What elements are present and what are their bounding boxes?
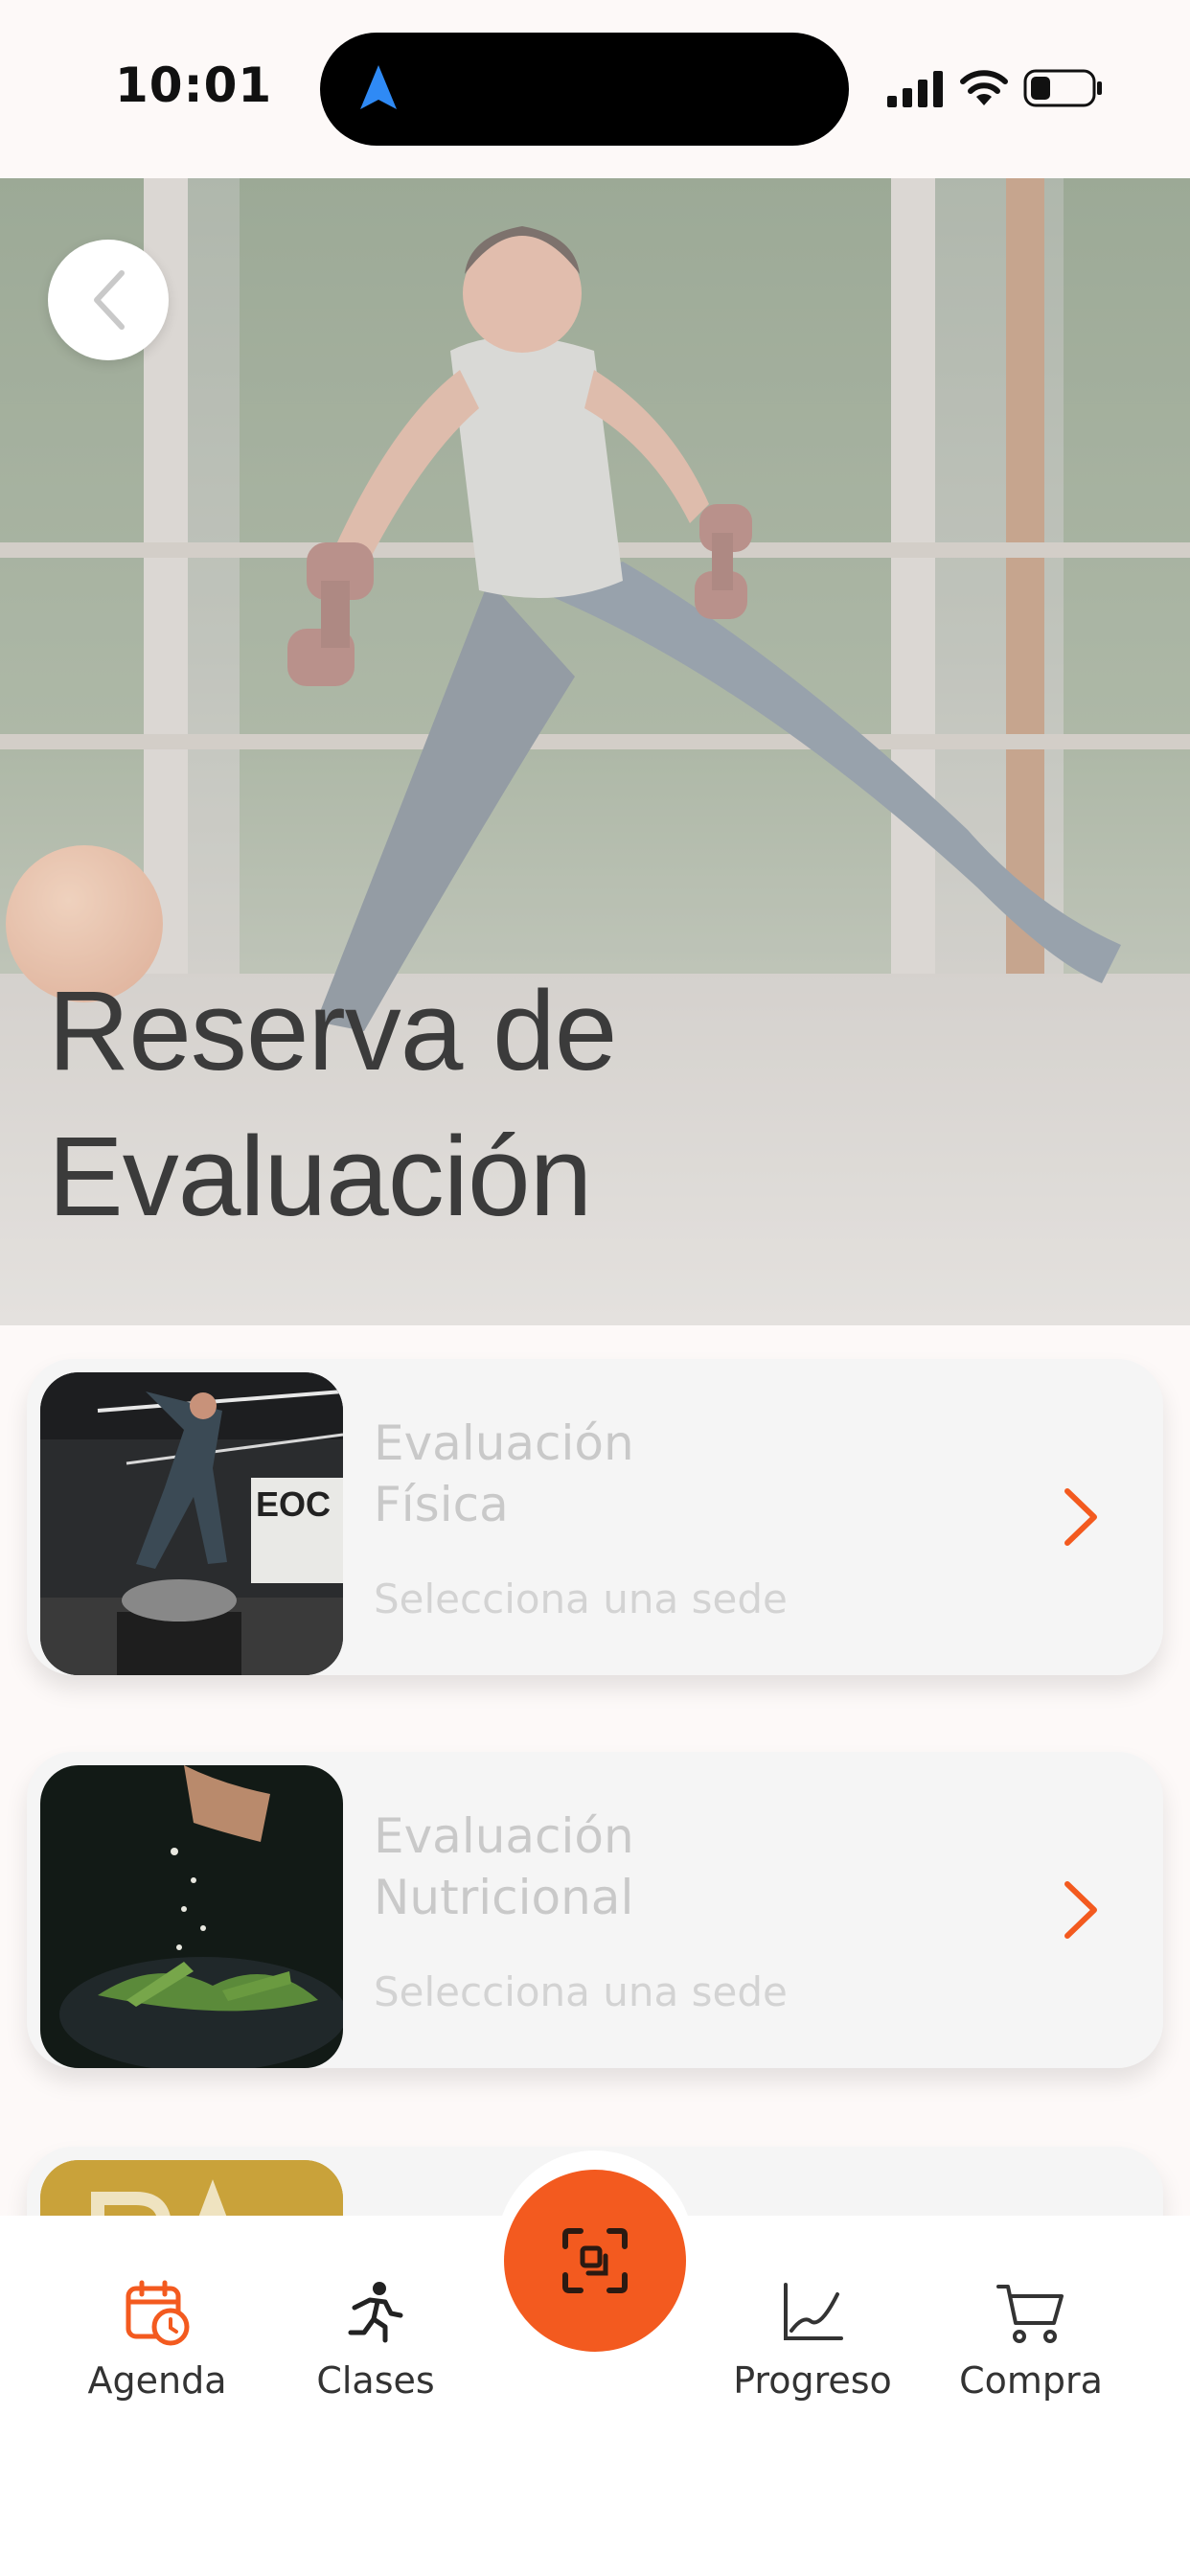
gym-box-jump-image: EOC — [40, 1372, 343, 1675]
chevron-right-icon — [1064, 1488, 1097, 1546]
page-title-line2: Evaluación — [48, 1114, 592, 1240]
nav-label-clases: Clases — [316, 2359, 435, 2402]
card-title-line1: Evaluación — [374, 1415, 634, 1471]
running-person-icon — [348, 2282, 403, 2343]
nav-item-progreso[interactable]: Progreso — [707, 2279, 918, 2402]
scan-icon — [562, 2228, 628, 2293]
card-thumbnail — [40, 1765, 343, 2068]
card-evaluacion-fisica[interactable]: EOC Evaluación Física Selecciona una sed… — [27, 1359, 1163, 1675]
location-arrow-icon — [360, 65, 397, 109]
card-title: Evaluación Nutricional — [374, 1806, 910, 1928]
back-button[interactable] — [48, 240, 169, 360]
card-subtitle: Selecciona una sede — [374, 1968, 788, 2015]
nav-item-agenda[interactable]: Agenda — [52, 2279, 263, 2402]
cart-icon — [996, 2285, 1064, 2343]
nav-label-compra: Compra — [959, 2359, 1103, 2402]
dynamic-island — [320, 33, 849, 146]
calendar-clock-icon — [126, 2280, 190, 2346]
chart-line-icon — [784, 2283, 843, 2340]
page-title: Reserva de Evaluación — [48, 958, 910, 1250]
card-evaluacion-nutricional[interactable]: Evaluación Nutricional Selecciona una se… — [27, 1752, 1163, 2068]
cellular-signal-icon — [887, 71, 943, 107]
nav-item-compra[interactable]: Compra — [926, 2279, 1136, 2402]
nav-item-clases[interactable]: Clases — [270, 2279, 481, 2402]
page-title-line1: Reserva de — [48, 968, 617, 1094]
card-title-line2: Física — [374, 1477, 509, 1532]
wifi-icon — [960, 70, 1008, 105]
scan-button[interactable] — [504, 2170, 686, 2352]
nav-label-agenda: Agenda — [87, 2359, 227, 2402]
card-title-line2: Nutricional — [374, 1870, 634, 1925]
card-subtitle: Selecciona una sede — [374, 1576, 788, 1622]
nav-label-progreso: Progreso — [733, 2359, 892, 2402]
card-title-line1: Evaluación — [374, 1808, 634, 1864]
status-bar: 10:01 — [0, 0, 1190, 178]
svg-text:EOC: EOC — [256, 1484, 331, 1524]
status-time: 10:01 — [115, 58, 273, 113]
card-title: Evaluación Física — [374, 1413, 910, 1535]
chevron-right-icon — [1064, 1881, 1097, 1939]
battery-icon — [1023, 69, 1102, 107]
salad-bowl-image — [40, 1765, 343, 2068]
chevron-left-icon — [94, 270, 125, 330]
card-thumbnail: EOC — [40, 1372, 343, 1675]
